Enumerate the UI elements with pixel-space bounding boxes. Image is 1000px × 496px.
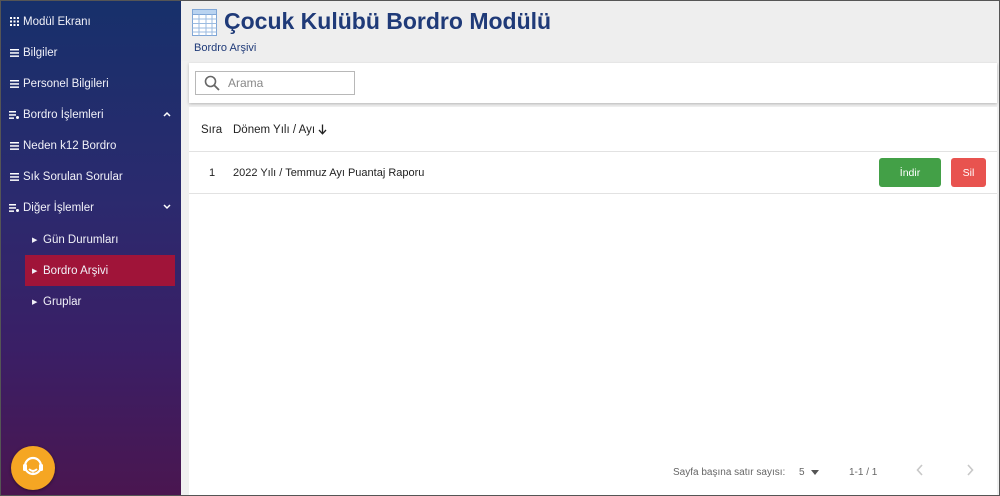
sidebar-subitem-label: Gruplar	[43, 295, 82, 308]
chevron-down-icon[interactable]	[163, 202, 171, 213]
chevron-up-icon[interactable]	[163, 109, 171, 120]
search-input[interactable]	[228, 76, 348, 90]
sidebar-item-modul-ekrani[interactable]: Modül Ekranı	[1, 6, 181, 37]
sidebar-item-bordro-islemleri[interactable]: Bordro İşlemleri	[1, 99, 181, 130]
next-page-icon[interactable]	[966, 463, 974, 481]
sidebar-subitem-gruplar[interactable]: ▶ Gruplar	[25, 286, 175, 317]
divider	[189, 193, 997, 194]
column-header-label: Dönem Yılı / Ayı	[233, 123, 316, 136]
sidebar-item-label: Bilgiler	[23, 46, 58, 59]
list-settings-icon	[9, 203, 19, 212]
sidebar-subitem-gun-durumlari[interactable]: ▶ Gün Durumları	[25, 224, 175, 255]
list-icon	[9, 141, 19, 150]
rows-per-page-select[interactable]: 5	[799, 467, 819, 478]
previous-page-icon[interactable]	[916, 463, 924, 481]
column-header-period[interactable]: Dönem Yılı / Ayı	[233, 107, 327, 152]
sidebar-item-label: Modül Ekranı	[23, 15, 91, 28]
delete-button[interactable]: Sil	[951, 158, 986, 187]
list-icon	[9, 48, 19, 57]
support-button[interactable]	[11, 446, 55, 490]
sidebar: Modül Ekranı Bilgiler Personel Bilgileri…	[1, 1, 181, 495]
sidebar-item-label: Personel Bilgileri	[23, 77, 109, 90]
sidebar-item-label: Sık Sorulan Sorular	[23, 170, 123, 183]
caret-right-icon: ▶	[32, 267, 38, 275]
search-icon	[204, 75, 220, 91]
sidebar-subitem-label: Gün Durumları	[43, 233, 119, 246]
breadcrumb[interactable]: Bordro Arşivi	[194, 42, 256, 54]
arrow-down-icon[interactable]	[318, 124, 327, 135]
caret-down-icon	[810, 470, 819, 475]
headset-support-icon	[19, 452, 47, 485]
rows-per-page-value: 5	[799, 467, 805, 478]
rows-per-page-label: Sayfa başına satır sayısı:	[673, 467, 786, 478]
pagination-bar: Sayfa başına satır sayısı: 5 1-1 / 1	[189, 459, 997, 487]
pagination-range: 1-1 / 1	[849, 467, 878, 478]
row-period: 2022 Yılı / Temmuz Ayı Puantaj Raporu	[233, 167, 425, 179]
search-toolbar	[189, 63, 997, 103]
list-icon	[9, 79, 19, 88]
archive-table: Sıra Dönem Yılı / Ayı 1 2022 Yılı / Temm…	[189, 107, 997, 495]
sidebar-item-label: Neden k12 Bordro	[23, 139, 117, 152]
sidebar-item-label: Diğer İşlemler	[23, 201, 94, 214]
page-header: Çocuk Kulübü Bordro Modülü Bordro Arşivi	[181, 1, 999, 61]
app-window: Modül Ekranı Bilgiler Personel Bilgileri…	[0, 0, 1000, 496]
sidebar-item-sik-sorulan-sorular[interactable]: Sık Sorulan Sorular	[1, 161, 181, 192]
page-title: Çocuk Kulübü Bordro Modülü	[224, 8, 552, 34]
list-icon	[9, 172, 19, 181]
caret-right-icon: ▶	[32, 236, 38, 244]
row-index: 1	[209, 167, 216, 179]
column-header-index: Sıra	[201, 123, 223, 136]
grid-icon	[9, 17, 19, 26]
sidebar-subitem-label: Bordro Arşivi	[43, 264, 109, 277]
sidebar-item-neden-k12-bordro[interactable]: Neden k12 Bordro	[1, 130, 181, 161]
search-box	[195, 71, 355, 95]
sidebar-item-diger-islemler[interactable]: Diğer İşlemler	[1, 192, 181, 223]
list-settings-icon	[9, 110, 19, 119]
spreadsheet-icon	[192, 9, 217, 36]
caret-right-icon: ▶	[32, 298, 38, 306]
sidebar-item-label: Bordro İşlemleri	[23, 108, 104, 121]
sidebar-subitem-bordro-arsivi[interactable]: ▶ Bordro Arşivi	[25, 255, 175, 286]
download-button[interactable]: İndir	[879, 158, 941, 187]
sidebar-item-personel-bilgileri[interactable]: Personel Bilgileri	[1, 68, 181, 99]
sidebar-item-bilgiler[interactable]: Bilgiler	[1, 37, 181, 68]
